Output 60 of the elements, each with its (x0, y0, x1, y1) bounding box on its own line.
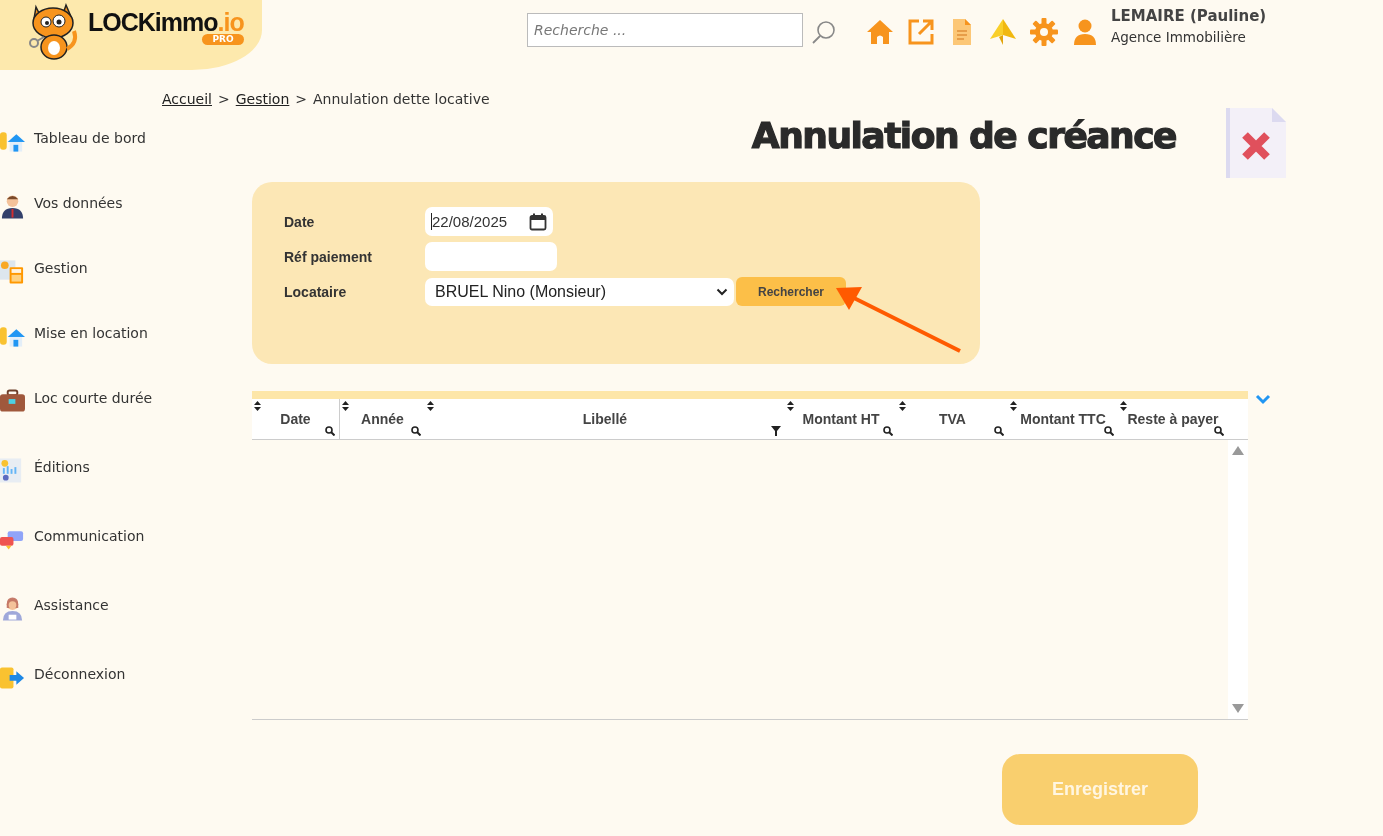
sort-icon[interactable] (427, 401, 434, 411)
sidebar-item[interactable]: Déconnexion (34, 666, 126, 682)
sort-icon[interactable] (1010, 401, 1017, 411)
sidebar-item[interactable]: Vos données (34, 195, 123, 211)
user-name: LEMAIRE (Pauline) (1111, 7, 1267, 25)
field-label: Date (284, 213, 316, 230)
search-icon[interactable] (1104, 426, 1114, 436)
headset-person-icon (0, 595, 25, 621)
column-header[interactable]: Année (361, 411, 404, 427)
search-icon[interactable] (883, 426, 893, 436)
sort-icon[interactable] (899, 401, 906, 411)
breadcrumb-link[interactable]: Gestion (235, 91, 290, 107)
column-header[interactable]: TVA (939, 411, 966, 427)
logo-wordmark: LOCKimmo.io (88, 8, 244, 36)
suitcase-icon (0, 388, 25, 414)
column-header[interactable]: Libellé (582, 411, 628, 427)
column-header[interactable]: Montant TTC (1020, 411, 1106, 427)
sort-icon[interactable] (1120, 401, 1127, 411)
breadcrumb-current: Annulation dette locative (313, 91, 490, 107)
column-header[interactable]: Montant HT (802, 411, 880, 427)
chevron-down-icon[interactable] (1255, 393, 1271, 405)
search-icon[interactable] (1214, 426, 1224, 436)
breadcrumb-separator: > (295, 91, 308, 107)
search-icon[interactable] (411, 426, 421, 436)
user-role: Agence Immobilière (1111, 29, 1247, 45)
column-header[interactable]: Reste à payer (1127, 411, 1219, 427)
filter-icon[interactable] (771, 426, 781, 436)
logo-badge: PRO (202, 34, 244, 45)
sidebar-item[interactable]: Éditions (34, 459, 90, 475)
field-label: Réf paiement (284, 248, 373, 265)
date-field[interactable]: 22/08/2025 (425, 207, 553, 236)
tenant-dropdown[interactable]: BRUEL Nino (Monsieur) (425, 277, 734, 306)
sidebar-item[interactable]: Gestion (34, 260, 88, 276)
scroll-up-icon[interactable] (1232, 446, 1244, 455)
breadcrumb-separator: > (218, 91, 230, 107)
sidebar-item[interactable]: Communication (34, 528, 145, 544)
document-close-icon[interactable] (1226, 106, 1288, 180)
sidebar-item[interactable]: Loc courte durée (34, 390, 153, 406)
sort-icon[interactable] (254, 401, 261, 411)
chevron-down-icon (716, 287, 728, 296)
sort-icon[interactable] (787, 401, 794, 411)
sort-icon[interactable] (342, 401, 349, 411)
breadcrumb-link[interactable]: Accueil (162, 91, 212, 107)
calculator-icon (0, 258, 25, 284)
scrollbar[interactable] (1228, 440, 1248, 719)
column-header[interactable]: Date (280, 411, 311, 427)
page-title: Annulation de créance (751, 115, 1176, 156)
person-icon (0, 193, 25, 219)
scroll-down-icon[interactable] (1232, 704, 1244, 713)
sidebar-item[interactable]: Mise en location (34, 325, 148, 341)
calendar-icon[interactable] (529, 212, 547, 231)
sidebar-item[interactable]: Tableau de bord (34, 130, 146, 146)
exit-door-icon (0, 664, 25, 690)
field-label: Locataire (284, 283, 348, 300)
search-icon[interactable] (325, 426, 335, 436)
search-button[interactable]: Rechercher (736, 277, 846, 306)
search-icon[interactable] (994, 426, 1004, 436)
text-field[interactable] (425, 242, 557, 271)
search-field[interactable]: Recherche ... (527, 13, 803, 47)
sidebar-item[interactable]: Assistance (34, 597, 109, 613)
